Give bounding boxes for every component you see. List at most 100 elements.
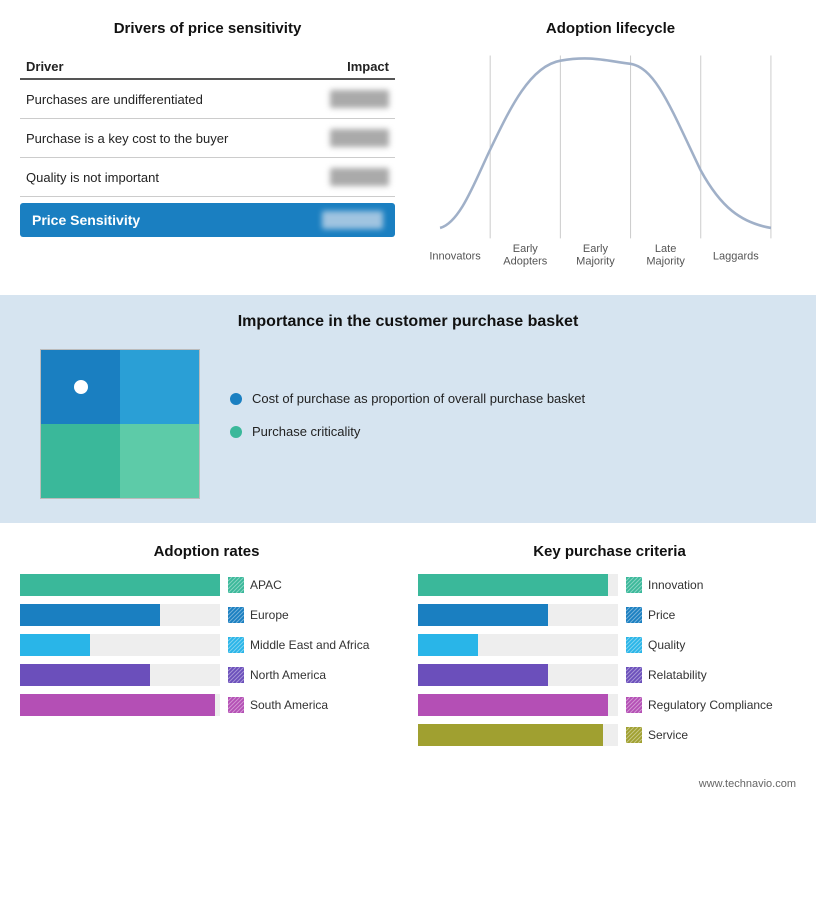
bar-label-text: Regulatory Compliance	[648, 698, 773, 712]
bar-container	[418, 724, 618, 746]
adoption-rates-panel: Adoption rates APAC Europe	[0, 533, 408, 764]
price-sensitivity-impact: Medium	[322, 211, 383, 229]
table-row: Purchases are undifferentiatedMedium	[20, 79, 395, 119]
bar-row: Price	[418, 604, 801, 626]
svg-text:Late: Late	[655, 243, 676, 255]
bar-label: Quality	[626, 637, 685, 653]
bar-row: APAC	[20, 574, 393, 596]
bar-label: Regulatory Compliance	[626, 697, 773, 713]
matrix-top-right	[120, 350, 199, 424]
criteria-bar-chart: Innovation Price Quality	[418, 574, 801, 746]
legend-dot-green	[230, 426, 242, 438]
bar-fill	[418, 694, 608, 716]
matrix-bottom-left	[41, 424, 120, 498]
bar-container	[20, 664, 220, 686]
drivers-panel: Drivers of price sensitivity Driver Impa…	[0, 10, 410, 285]
bar-label-text: North America	[250, 668, 326, 682]
driver-name: Quality is not important	[20, 158, 302, 197]
table-row: Quality is not importantMedium	[20, 158, 395, 197]
adoption-chart: Innovators Early Adopters Early Majority…	[420, 45, 801, 275]
adoption-bar-chart: APAC Europe Middle East and Africa	[20, 574, 393, 716]
matrix-top-left	[41, 350, 120, 424]
svg-text:Early: Early	[583, 243, 608, 255]
importance-content: Cost of purchase as proportion of overal…	[30, 349, 786, 499]
importance-legend: Cost of purchase as proportion of overal…	[230, 391, 786, 457]
legend-dot-blue	[230, 393, 242, 405]
col-impact: Impact	[302, 55, 395, 79]
bar-container	[20, 694, 220, 716]
bar-label-text: Middle East and Africa	[250, 638, 369, 652]
driver-name: Purchases are undifferentiated	[20, 79, 302, 119]
key-criteria-title: Key purchase criteria	[418, 543, 801, 560]
bar-label-text: Relatability	[648, 668, 707, 682]
bar-label-text: Europe	[250, 608, 289, 622]
svg-text:Majority: Majority	[576, 255, 615, 267]
bar-fill	[418, 634, 478, 656]
legend-text-1: Cost of purchase as proportion of overal…	[252, 391, 585, 406]
footer: www.technavio.com	[0, 774, 816, 798]
bar-label: Innovation	[626, 577, 703, 593]
legend-text-2: Purchase criticality	[252, 424, 360, 439]
bar-fill	[20, 694, 215, 716]
svg-text:Adopters: Adopters	[503, 255, 547, 267]
bar-fill	[20, 604, 160, 626]
bar-label: Service	[626, 727, 688, 743]
bar-fill	[418, 604, 548, 626]
importance-section: Importance in the customer purchase bask…	[0, 295, 816, 523]
bar-label: Europe	[228, 607, 289, 623]
bar-fill	[20, 574, 220, 596]
bar-row: Quality	[418, 634, 801, 656]
bar-fill	[20, 664, 150, 686]
bottom-section: Adoption rates APAC Europe	[0, 523, 816, 774]
matrix-dot	[74, 380, 88, 394]
legend-item-2: Purchase criticality	[230, 424, 786, 439]
bar-fill	[20, 634, 90, 656]
bar-label-text: South America	[250, 698, 328, 712]
bar-row: North America	[20, 664, 393, 686]
adoption-svg: Innovators Early Adopters Early Majority…	[420, 45, 801, 275]
bar-fill	[418, 724, 603, 746]
bar-row: Europe	[20, 604, 393, 626]
bar-label: Relatability	[626, 667, 707, 683]
bar-label-text: APAC	[250, 578, 282, 592]
bar-container	[418, 664, 618, 686]
bar-fill	[418, 664, 548, 686]
bar-row: Service	[418, 724, 801, 746]
driver-impact: Medium	[302, 79, 395, 119]
bar-row: Regulatory Compliance	[418, 694, 801, 716]
bar-container	[418, 604, 618, 626]
adoption-rates-title: Adoption rates	[20, 543, 393, 560]
svg-text:Laggards: Laggards	[713, 250, 759, 262]
bar-label: Price	[626, 607, 675, 623]
bar-label-text: Service	[648, 728, 688, 742]
bar-container	[20, 604, 220, 626]
price-sensitivity-label: Price Sensitivity	[32, 212, 140, 228]
bar-container	[418, 694, 618, 716]
top-section: Drivers of price sensitivity Driver Impa…	[0, 0, 816, 295]
bar-container	[20, 634, 220, 656]
svg-text:Innovators: Innovators	[429, 250, 481, 262]
bar-row: Innovation	[418, 574, 801, 596]
bar-row: Middle East and Africa	[20, 634, 393, 656]
footer-text: www.technavio.com	[699, 778, 796, 790]
bar-row: South America	[20, 694, 393, 716]
driver-impact: Medium	[302, 119, 395, 158]
bar-label: Middle East and Africa	[228, 637, 369, 653]
bar-label: APAC	[228, 577, 282, 593]
col-driver: Driver	[20, 55, 302, 79]
key-criteria-panel: Key purchase criteria Innovation Price	[408, 533, 816, 764]
bar-container	[418, 634, 618, 656]
drivers-title: Drivers of price sensitivity	[20, 20, 395, 37]
matrix-bottom-right	[120, 424, 199, 498]
bar-label-text: Price	[648, 608, 675, 622]
importance-title: Importance in the customer purchase bask…	[30, 313, 786, 331]
bar-label-text: Quality	[648, 638, 685, 652]
bar-label: North America	[228, 667, 326, 683]
legend-item-1: Cost of purchase as proportion of overal…	[230, 391, 786, 406]
bar-row: Relatability	[418, 664, 801, 686]
bar-container	[20, 574, 220, 596]
bar-container	[418, 574, 618, 596]
adoption-title: Adoption lifecycle	[420, 20, 801, 37]
driver-impact: Medium	[302, 158, 395, 197]
table-row: Purchase is a key cost to the buyerMediu…	[20, 119, 395, 158]
